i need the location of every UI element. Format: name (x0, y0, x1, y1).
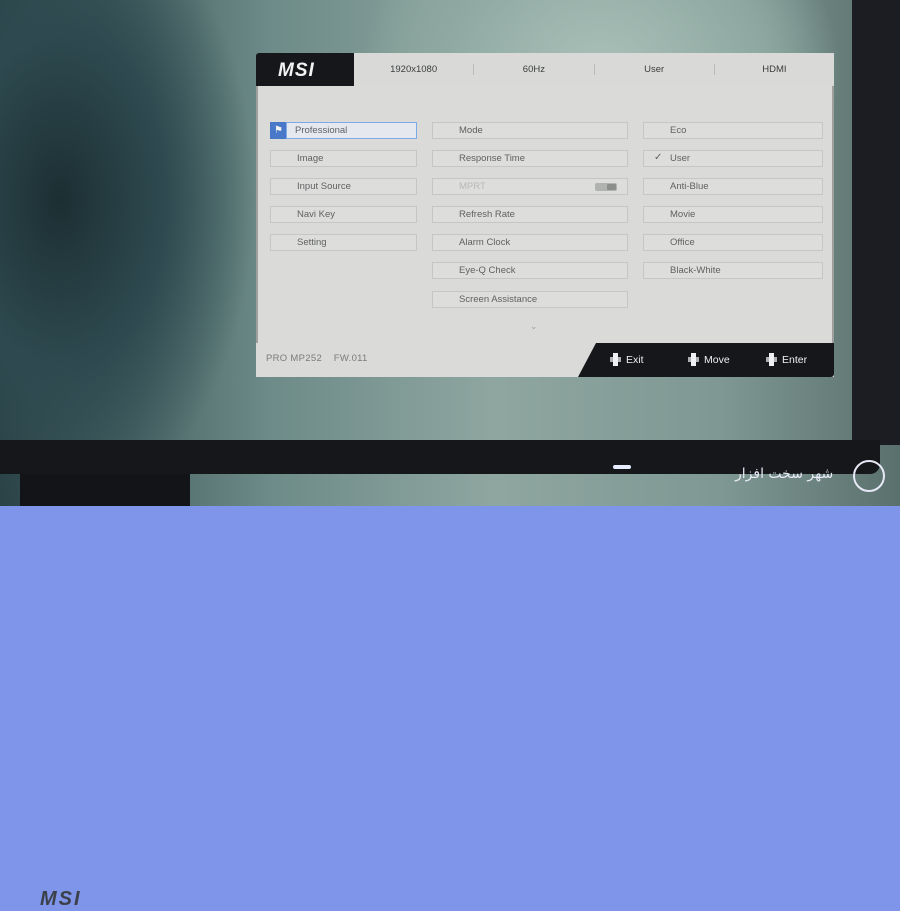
mode-option-anti-blue[interactable]: Anti-Blue (643, 178, 823, 195)
keys-wedge (578, 343, 596, 377)
mprt-label: MPRT (459, 181, 486, 192)
status-resolution: 1920x1080 (354, 64, 475, 75)
osd-menu: MSI 1920x1080 60Hz User HDMI ⚑ Professio… (256, 53, 834, 377)
enter-key-label: Enter (782, 353, 808, 366)
mode-option-user-label: User (670, 153, 691, 164)
submenu-item-alarm-clock[interactable]: Alarm Clock (432, 234, 628, 251)
menu-item-input-source[interactable]: Input Source (270, 178, 417, 195)
watermark-logo-icon (853, 460, 885, 492)
mode-option-office[interactable]: Office (643, 234, 823, 251)
bezel-logo: MSI (40, 888, 82, 910)
move-key-label: Move (704, 353, 730, 366)
menu-item-image[interactable]: Image (270, 150, 417, 167)
watermark-text: شهر سخت افزار (735, 466, 834, 482)
mprt-toggle (595, 183, 617, 191)
mode-option-user[interactable]: ✓ User (643, 150, 823, 167)
mode-option-eco[interactable]: Eco (643, 122, 823, 139)
status-refresh-rate: 60Hz (474, 64, 595, 75)
menu-item-navi-key[interactable]: Navi Key (270, 206, 417, 223)
status-input: HDMI (762, 64, 787, 75)
menu-item-setting[interactable]: Setting (270, 234, 417, 251)
menu-item-professional[interactable]: Professional (286, 122, 417, 139)
submenu-item-screen-assistance[interactable]: Screen Assistance (432, 291, 628, 308)
osd-header: MSI 1920x1080 60Hz User HDMI (256, 53, 834, 86)
mode-option-black-white[interactable]: Black-White (643, 262, 823, 279)
firmware-version: FW.011 (333, 353, 368, 364)
exit-key-label: Exit (626, 353, 644, 366)
submenu-item-mprt: MPRT (432, 178, 628, 195)
enter-key[interactable]: Enter (766, 353, 807, 366)
joystick-move-icon (688, 353, 699, 366)
chevron-down-icon: ⌄ (530, 321, 538, 331)
power-led (613, 465, 631, 469)
status-mode: User (595, 64, 715, 75)
submenu-item-mode[interactable]: Mode (432, 122, 628, 139)
joystick-exit-icon (610, 353, 621, 366)
model-name: PRO MP252 (266, 353, 323, 364)
monitor-stand (20, 474, 190, 506)
model-info: PRO MP252 FW.011 (266, 353, 368, 364)
osd-body: ⚑ Professional ≈ Image → Input Source ✣ … (256, 86, 834, 343)
flag-icon: ⚑ (270, 122, 287, 139)
submenu-item-eye-q-check[interactable]: Eye-Q Check (432, 262, 628, 279)
osd-logo: MSI (278, 60, 315, 81)
watermark: شهر سخت افزار (735, 460, 885, 496)
move-key[interactable]: Move (688, 353, 730, 366)
submenu-item-response-time[interactable]: Response Time (432, 150, 628, 167)
mode-option-movie[interactable]: Movie (643, 206, 823, 223)
osd-logo-wedge (332, 53, 354, 86)
osd-status-bar: 1920x1080 60Hz User HDMI (354, 53, 834, 86)
joystick-enter-icon (766, 353, 777, 366)
monitor-bezel-right (852, 0, 900, 445)
checkmark-icon: ✓ (654, 152, 663, 163)
osd-footer: PRO MP252 FW.011 Exit Move Enter (256, 343, 834, 377)
key-guide: Exit Move Enter (596, 343, 834, 377)
exit-key[interactable]: Exit (610, 353, 644, 366)
submenu-item-refresh-rate[interactable]: Refresh Rate (432, 206, 628, 223)
